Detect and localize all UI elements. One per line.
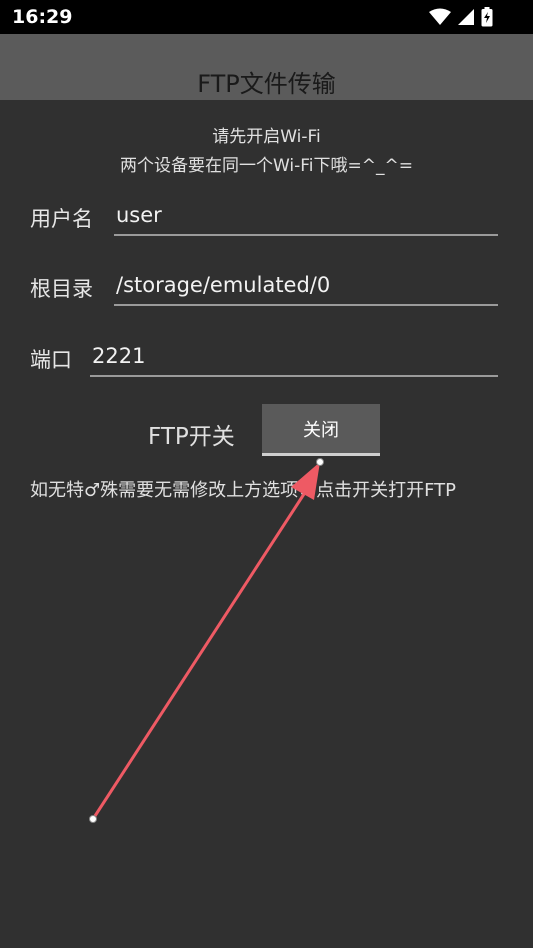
signal-icon: [458, 9, 474, 25]
root-dir-input[interactable]: [114, 271, 498, 306]
status-bar: 16:29: [0, 0, 533, 34]
usage-note: 如无特♂殊需要无需修改上方选项，点击开关打开FTP: [30, 480, 457, 501]
status-time: 16:29: [12, 6, 73, 28]
port-label: 端口: [30, 348, 72, 372]
status-icons: [429, 7, 493, 27]
page-title: FTP文件传输: [197, 70, 336, 98]
battery-charging-icon: [481, 7, 493, 27]
username-input[interactable]: [114, 201, 498, 236]
username-label: 用户名: [30, 207, 93, 231]
same-network-hint: 两个设备要在同一个Wi-Fi下哦=^_^=: [119, 156, 414, 176]
ftp-toggle-button[interactable]: 关闭: [262, 404, 380, 456]
annotation-arrow-shaft: [91, 493, 306, 820]
annotation-end-dot: [316, 458, 324, 466]
wifi-hint: 请先开启Wi-Fi: [212, 127, 321, 147]
root-dir-label: 根目录: [30, 277, 93, 301]
annotation-start-dot: [89, 815, 97, 823]
ftp-switch-label: FTP开关: [148, 424, 235, 450]
wifi-icon: [429, 8, 451, 25]
title-bar: FTP文件传输: [0, 34, 533, 100]
port-input[interactable]: [90, 342, 498, 377]
